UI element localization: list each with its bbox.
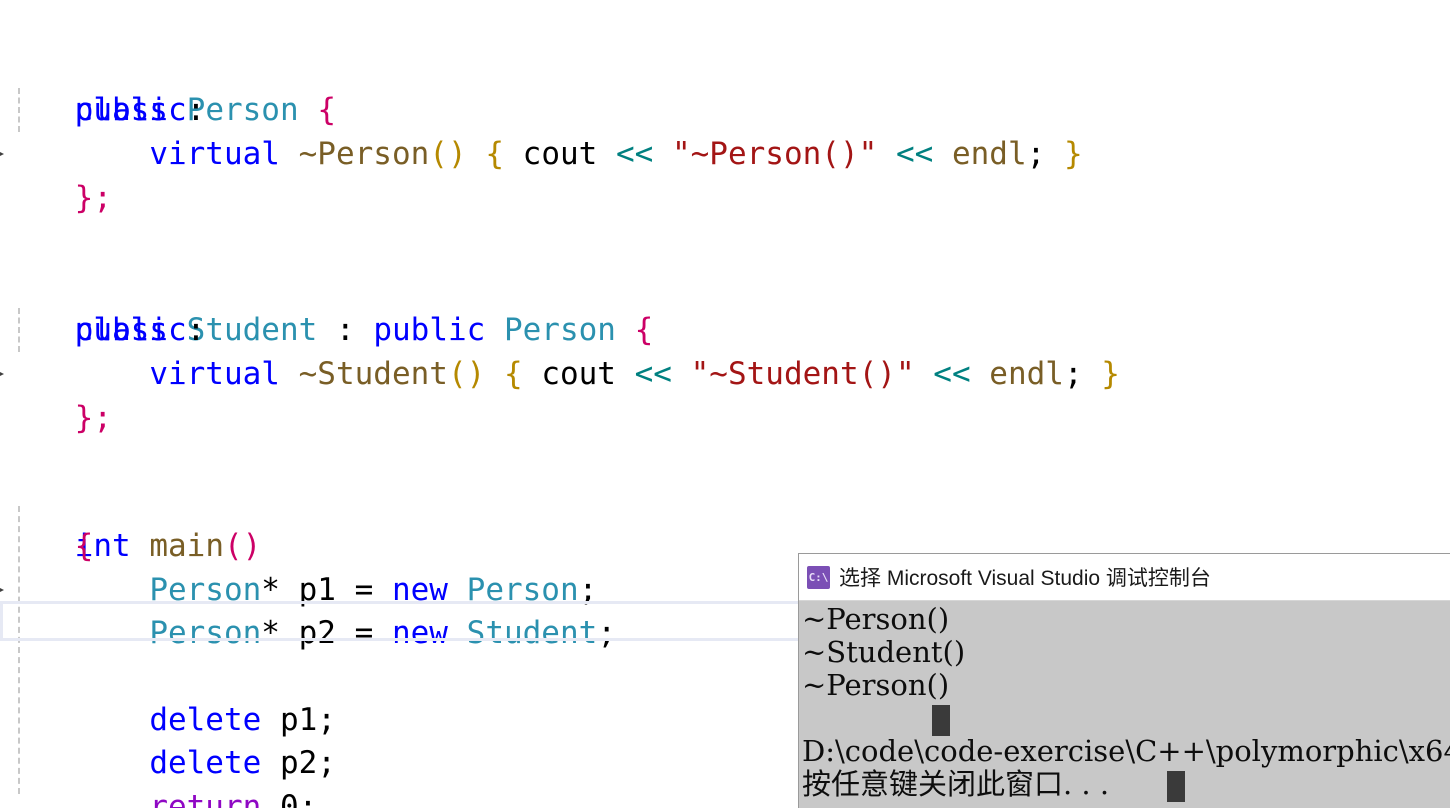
code-line-blank[interactable] xyxy=(0,396,1450,440)
code-line[interactable]: }; xyxy=(0,352,1450,436)
console-output-line: ~Person() xyxy=(802,668,950,702)
console-output-line: ~Person() xyxy=(802,602,950,636)
console-output-path-line: D:\code\code-exercise\C++\polymorphic\x6… xyxy=(802,734,1450,768)
console-titlebar[interactable]: C:\ 选择 Microsoft Visual Studio 调试控制台 xyxy=(799,554,1450,601)
code-line[interactable]: public: xyxy=(0,44,1450,128)
code-line[interactable]: class Student : public Person { xyxy=(0,220,1450,376)
console-cursor-block xyxy=(932,705,950,736)
console-output-line: ~Student() xyxy=(802,635,966,669)
code-line[interactable]: class Person { xyxy=(0,0,1450,156)
code-line[interactable]: { xyxy=(0,480,1450,564)
code-line[interactable]: virtual ~Person() { cout << "~Person()" … xyxy=(0,88,1450,172)
code-line-blank[interactable] xyxy=(0,176,1450,220)
code-line[interactable]: }; xyxy=(0,132,1450,216)
code-line[interactable]: int main() xyxy=(0,436,1450,592)
code-line[interactable]: public: xyxy=(0,264,1450,348)
console-app-icon: C:\ xyxy=(807,565,830,589)
code-line[interactable]: virtual ~Student() { cout << "~Student()… xyxy=(0,308,1450,392)
console-cursor-block xyxy=(1167,771,1185,802)
debug-console-window[interactable]: C:\ 选择 Microsoft Visual Studio 调试控制台 ~Pe… xyxy=(798,553,1450,808)
console-icon-label: C:\ xyxy=(808,570,829,584)
console-output-area[interactable]: ~Person() ~Student() ~Person() D:\code\c… xyxy=(799,601,1450,808)
console-window-title: 选择 Microsoft Visual Studio 调试控制台 xyxy=(839,567,1211,590)
console-output-prompt-line: 按任意键关闭此窗口. . . xyxy=(802,767,1110,801)
